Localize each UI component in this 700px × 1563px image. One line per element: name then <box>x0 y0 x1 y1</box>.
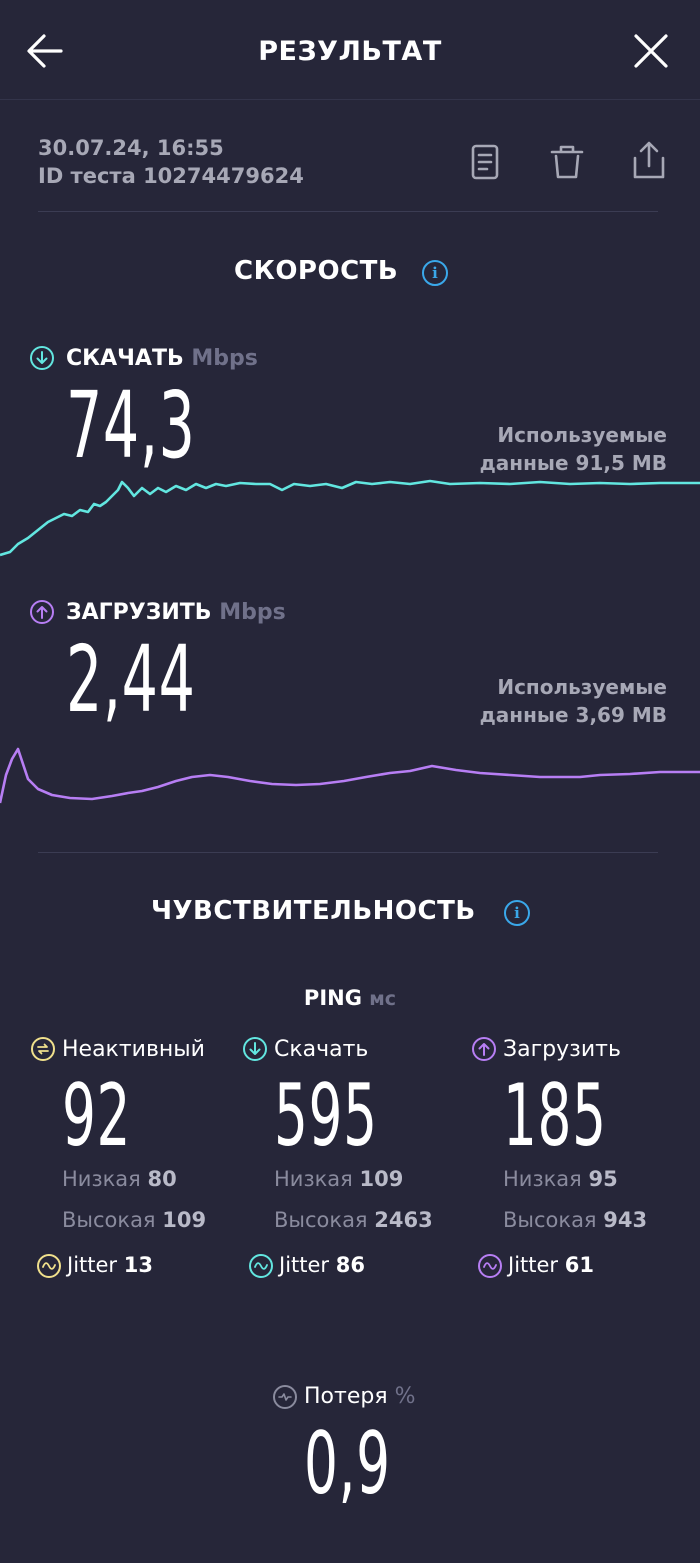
share-icon <box>633 141 665 179</box>
upload-speed-graph <box>0 747 700 804</box>
divider <box>38 211 658 212</box>
upload-unit: Mbps <box>219 600 286 625</box>
details-button[interactable] <box>463 140 507 184</box>
download-speed-line <box>0 479 700 557</box>
idle-low: Низкая 80 <box>62 1167 177 1191</box>
packet-loss-value: 0,9 <box>304 1414 391 1514</box>
packet-loss-unit: % <box>394 1384 416 1409</box>
jitter-icon <box>37 1254 61 1278</box>
download-unit: Mbps <box>191 346 258 371</box>
delete-button[interactable] <box>545 140 589 184</box>
jitter-icon <box>249 1254 273 1278</box>
upload-jitter: Jitter 61 <box>508 1253 594 1277</box>
upload-speed-value: 2,44 <box>66 626 196 733</box>
upload-jitter-label: Jitter <box>508 1253 559 1277</box>
upload-jitter-value: 61 <box>564 1253 594 1277</box>
trash-icon <box>550 145 584 179</box>
top-bar: РЕЗУЛЬТАТ <box>0 0 700 100</box>
download-low-value: 109 <box>359 1167 404 1191</box>
responsiveness-section-title: ЧУВСТВИТЕЛЬНОСТЬ <box>151 896 476 926</box>
download-ping-low: Низкая 109 <box>274 1167 403 1191</box>
idle-jitter-label: Jitter <box>67 1253 118 1277</box>
idle-high-value: 109 <box>162 1208 207 1232</box>
upload-used-line2: данные 3,69 MB <box>479 703 667 727</box>
jitter-icon <box>478 1254 502 1278</box>
idle-high: Высокая 109 <box>62 1208 206 1232</box>
packet-loss-icon <box>273 1385 297 1409</box>
upload-used-data: Используемые данные 3,69 MB <box>427 673 667 729</box>
upload-icon <box>30 600 54 624</box>
idle-icon <box>31 1037 55 1061</box>
test-datetime: 30.07.24, 16:55 <box>38 136 224 160</box>
upload-low-label: Низкая <box>503 1167 582 1191</box>
ping-label: PING <box>303 986 362 1010</box>
download-ping-label: Скачать <box>274 1037 369 1062</box>
upload-high-label: Высокая <box>503 1208 597 1232</box>
download-used-data: Используемые данные 91,5 MB <box>427 421 667 477</box>
idle-jitter-value: 13 <box>123 1253 153 1277</box>
upload-high-value: 943 <box>603 1208 648 1232</box>
test-meta: 30.07.24, 16:55 ID теста 10274479624 <box>38 134 304 190</box>
upload-icon <box>472 1037 496 1061</box>
close-icon <box>634 34 668 68</box>
responsiveness-info-icon[interactable]: i <box>504 900 530 926</box>
download-ping-high: Высокая 2463 <box>274 1208 433 1232</box>
upload-used-line1: Используемые <box>497 675 667 699</box>
speed-section-title: СКОРОСТЬ <box>234 256 399 286</box>
upload-ping-high: Высокая 943 <box>503 1208 647 1232</box>
download-jitter-label: Jitter <box>279 1253 330 1277</box>
download-high-label: Высокая <box>274 1208 368 1232</box>
idle-ping-value: 92 <box>62 1066 132 1166</box>
download-high-value: 2463 <box>374 1208 433 1232</box>
download-label: СКАЧАТЬ Mbps <box>66 346 258 371</box>
ping-unit: мс <box>369 988 397 1010</box>
download-speed-value: 74,3 <box>66 372 196 479</box>
upload-ping-low: Низкая 95 <box>503 1167 618 1191</box>
idle-label: Неактивный <box>62 1037 205 1062</box>
speed-info-icon[interactable]: i <box>422 260 448 286</box>
upload-speed-line <box>0 747 700 804</box>
close-button[interactable] <box>630 30 672 72</box>
ping-header: PING мс <box>0 986 700 1010</box>
idle-high-label: Высокая <box>62 1208 156 1232</box>
download-label-text: СКАЧАТЬ <box>66 346 184 371</box>
download-icon <box>243 1037 267 1061</box>
page-title: РЕЗУЛЬТАТ <box>258 36 442 67</box>
packet-loss-label-text: Потеря <box>304 1384 388 1409</box>
download-jitter: Jitter 86 <box>279 1253 365 1277</box>
upload-low-value: 95 <box>588 1167 618 1191</box>
idle-jitter: Jitter 13 <box>67 1253 153 1277</box>
upload-label-text: ЗАГРУЗИТЬ <box>66 600 212 625</box>
upload-ping-value: 185 <box>503 1066 607 1166</box>
upload-ping-label: Загрузить <box>503 1037 621 1062</box>
download-low-label: Низкая <box>274 1167 353 1191</box>
share-button[interactable] <box>627 138 671 182</box>
download-speed-graph <box>0 479 700 557</box>
download-icon <box>30 346 54 370</box>
idle-low-label: Низкая <box>62 1167 141 1191</box>
download-used-line1: Используемые <box>497 423 667 447</box>
download-jitter-value: 86 <box>335 1253 365 1277</box>
upload-label: ЗАГРУЗИТЬ Mbps <box>66 600 286 625</box>
document-icon <box>471 144 499 180</box>
packet-loss-label: Потеря % <box>304 1384 415 1409</box>
idle-low-value: 80 <box>147 1167 177 1191</box>
divider <box>38 852 658 853</box>
download-ping-value: 595 <box>274 1066 378 1166</box>
test-id: ID теста 10274479624 <box>38 164 304 188</box>
